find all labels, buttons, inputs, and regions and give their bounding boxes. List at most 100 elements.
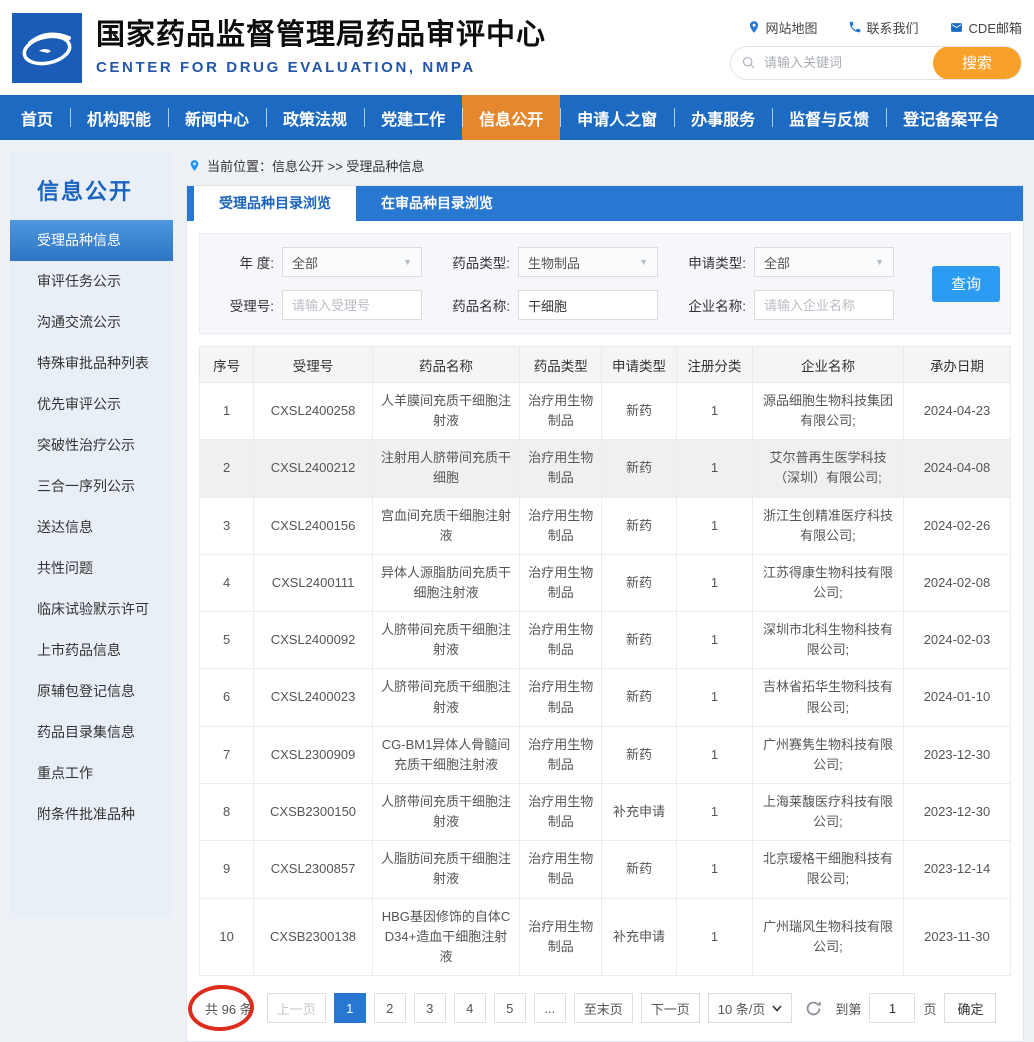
total-count: 共 96 条 [199,992,259,1025]
table-cell: 人脐带间充质干细胞注射液 [372,669,520,726]
nav-item[interactable]: 登记备案平台 [886,95,1016,140]
table-row[interactable]: 8CXSB2300150人脐带间充质干细胞注射液治疗用生物制品补充申请1上海莱馥… [200,783,1011,840]
table-cell: 2024-04-23 [903,383,1010,440]
nav-item[interactable]: 信息公开 [462,95,560,140]
table-cell: 新药 [602,841,677,898]
table-cell: CXSL2400156 [254,497,372,554]
tab[interactable]: 受理品种目录浏览 [194,186,356,221]
table-header-cell: 企业名称 [753,347,904,383]
nav-item[interactable]: 新闻中心 [168,95,266,140]
sidebar-item[interactable]: 原辅包登记信息 [10,671,173,712]
table-cell: 新药 [602,497,677,554]
table-cell: 1 [676,898,752,975]
goto-confirm-button[interactable]: 确定 [944,993,996,1023]
page-number-button[interactable]: 5 [494,993,526,1023]
table-row[interactable]: 2CXSL2400212注射用人脐带间充质干细胞治疗用生物制品新药1艾尔普再生医… [200,440,1011,497]
tab[interactable]: 在审品种目录浏览 [356,186,518,221]
site-search-button[interactable]: 搜索 [933,46,1021,80]
table-cell: 10 [200,898,254,975]
cde-mail-link[interactable]: CDE邮箱 [949,18,1022,37]
nav-item[interactable]: 申请人之窗 [560,95,674,140]
sidebar-item[interactable]: 送达信息 [10,507,173,548]
table-cell: CXSL2300909 [254,726,372,783]
nav-item[interactable]: 党建工作 [364,95,462,140]
refresh-button[interactable] [804,999,823,1018]
sidebar-item[interactable]: 沟通交流公示 [10,302,173,343]
table-row[interactable]: 6CXSL2400023人脐带间充质干细胞注射液治疗用生物制品新药1吉林省拓华生… [200,669,1011,726]
table-cell: 7 [200,726,254,783]
nav-item[interactable]: 监督与反馈 [772,95,886,140]
table-cell: 2023-12-30 [903,726,1010,783]
sidebar-item[interactable]: 突破性治疗公示 [10,425,173,466]
table-header-cell: 注册分类 [676,347,752,383]
sidebar-item[interactable]: 三合一序列公示 [10,466,173,507]
table-cell: 广州瑞风生物科技有限公司; [753,898,904,975]
table-cell: CG-BM1异体人骨髓间充质干细胞注射液 [372,726,520,783]
table-cell: 1 [676,497,752,554]
table-row[interactable]: 4CXSL2400111异体人源脂肪间充质干细胞注射液治疗用生物制品新药1江苏得… [200,554,1011,611]
sidebar-item[interactable]: 附条件批准品种 [10,794,173,835]
page-number-button[interactable]: 3 [414,993,446,1023]
query-button[interactable]: 查询 [932,266,1000,302]
table-row[interactable]: 9CXSL2300857人脂肪间充质干细胞注射液治疗用生物制品新药1北京瑷格干细… [200,841,1011,898]
sidebar-title: 信息公开 [10,174,173,206]
prev-page-button[interactable]: 上一页 [267,993,326,1023]
sidebar: 信息公开 受理品种信息审评任务公示沟通交流公示特殊审批品种列表优先审评公示突破性… [10,152,173,918]
nav-item[interactable]: 首页 [4,95,70,140]
contact-link[interactable]: 联系我们 [848,18,919,37]
company-input[interactable] [754,290,894,320]
nav-item[interactable]: 办事服务 [674,95,772,140]
year-select[interactable]: 全部 ▼ [282,247,422,277]
location-pin-icon [747,20,761,34]
table-cell: CXSL2400258 [254,383,372,440]
sidebar-item[interactable]: 审评任务公示 [10,261,173,302]
sidebar-item[interactable]: 上市药品信息 [10,630,173,671]
nav-item[interactable]: 机构职能 [70,95,168,140]
phone-icon [848,20,862,34]
acceptance-no-input[interactable] [282,290,422,320]
table-cell: CXSL2400111 [254,554,372,611]
table-row[interactable]: 10CXSB2300138HBG基因修饰的自体CD34+造血干细胞注射液治疗用生… [200,898,1011,975]
sitemap-link[interactable]: 网站地图 [747,18,818,37]
goto-page-input[interactable] [869,993,915,1023]
table-cell: 人羊膜间充质干细胞注射液 [372,383,520,440]
table-cell: 吉林省拓华生物科技有限公司; [753,669,904,726]
drug-name-input[interactable] [518,290,658,320]
page-number-button[interactable]: 2 [374,993,406,1023]
sidebar-item[interactable]: 特殊审批品种列表 [10,343,173,384]
table-cell: 深圳市北科生物科技有限公司; [753,612,904,669]
last-page-button[interactable]: 至末页 [574,993,633,1023]
table-row[interactable]: 7CXSL2300909CG-BM1异体人骨髓间充质干细胞注射液治疗用生物制品新… [200,726,1011,783]
table-row[interactable]: 3CXSL2400156宫血间充质干细胞注射液治疗用生物制品新药1浙江生创精准医… [200,497,1011,554]
sidebar-item[interactable]: 共性问题 [10,548,173,589]
main-nav: 首页机构职能新闻中心政策法规党建工作信息公开申请人之窗办事服务监督与反馈登记备案… [0,95,1034,140]
sidebar-item[interactable]: 药品目录集信息 [10,712,173,753]
sidebar-items: 受理品种信息审评任务公示沟通交流公示特殊审批品种列表优先审评公示突破性治疗公示三… [10,220,173,835]
table-header-cell: 受理号 [254,347,372,383]
sidebar-item[interactable]: 临床试验默示许可 [10,589,173,630]
table-cell: 治疗用生物制品 [520,554,602,611]
apply-type-select[interactable]: 全部 ▼ [754,247,894,277]
table-cell: HBG基因修饰的自体CD34+造血干细胞注射液 [372,898,520,975]
acceptance-no-label: 受理号: [210,295,274,315]
ellipsis-button[interactable]: ... [534,993,566,1023]
breadcrumb-text: 当前位置：信息公开 >> 受理品种信息 [207,156,424,175]
table-cell: 艾尔普再生医学科技（深圳）有限公司; [753,440,904,497]
table-row[interactable]: 1CXSL2400258人羊膜间充质干细胞注射液治疗用生物制品新药1源品细胞生物… [200,383,1011,440]
sidebar-item[interactable]: 优先审评公示 [10,384,173,425]
page-number-button[interactable]: 1 [334,993,366,1023]
nav-item[interactable]: 政策法规 [266,95,364,140]
drug-type-select[interactable]: 生物制品 ▼ [518,247,658,277]
table-cell: 上海莱馥医疗科技有限公司; [753,783,904,840]
table-cell: 治疗用生物制品 [520,726,602,783]
page-number-button[interactable]: 4 [454,993,486,1023]
site-search-input[interactable] [756,55,933,70]
next-page-button[interactable]: 下一页 [641,993,700,1023]
chevron-down-icon: ▼ [639,257,648,267]
table-row[interactable]: 5CXSL2400092人脐带间充质干细胞注射液治疗用生物制品新药1深圳市北科生… [200,612,1011,669]
table-cell: 新药 [602,383,677,440]
page-size-select[interactable]: 10 条/页 [708,993,793,1023]
sidebar-item[interactable]: 重点工作 [10,753,173,794]
sidebar-item[interactable]: 受理品种信息 [10,220,173,261]
table-cell: 补充申请 [602,783,677,840]
